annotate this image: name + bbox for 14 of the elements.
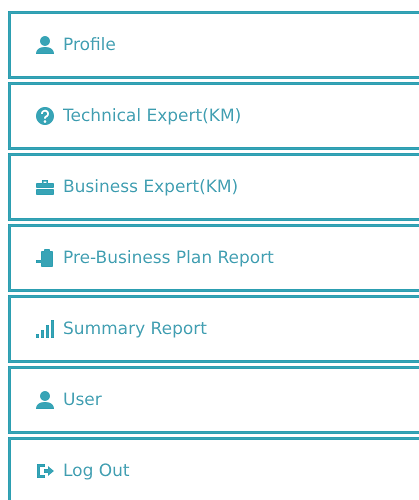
menu-item[interactable]: Technical Expert(KM) bbox=[8, 82, 419, 150]
menu-item[interactable]: Pre-Business Plan Report bbox=[8, 224, 419, 292]
menu-item[interactable]: Profile bbox=[8, 11, 419, 79]
person-icon bbox=[35, 390, 55, 410]
question-icon bbox=[35, 106, 55, 126]
logout-icon bbox=[35, 461, 55, 481]
briefcase-icon bbox=[35, 177, 55, 197]
person-icon bbox=[35, 35, 55, 55]
clipboard-icon bbox=[35, 248, 55, 268]
menu-item[interactable]: Summary Report bbox=[8, 295, 419, 363]
menu-item[interactable]: Log Out bbox=[8, 437, 419, 500]
menu-item[interactable]: User bbox=[8, 366, 419, 434]
menu-item[interactable]: Business Expert(KM) bbox=[8, 153, 419, 221]
signal-bars-icon bbox=[35, 319, 55, 339]
